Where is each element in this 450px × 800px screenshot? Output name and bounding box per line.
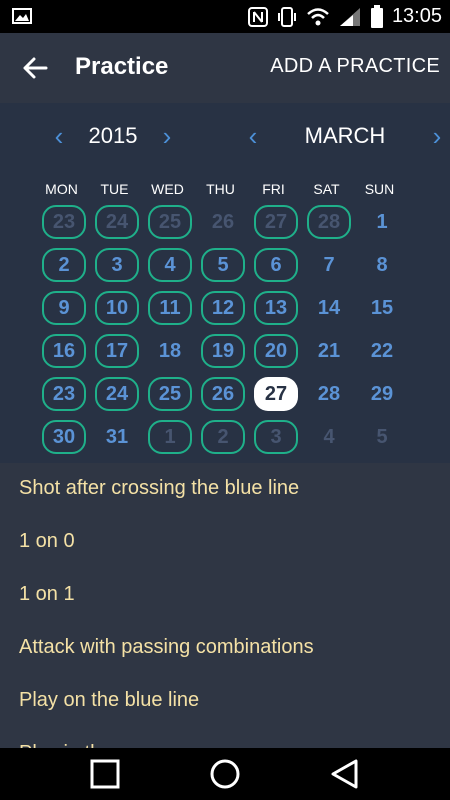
nfc-icon [247,6,268,27]
calendar-day[interactable]: 14 [307,291,351,325]
calendar-day[interactable]: 22 [360,334,404,368]
calendar-day[interactable]: 26 [201,205,245,239]
calendar-day[interactable]: 11 [148,291,192,325]
practice-list-item[interactable]: Shot after crossing the blue line [19,477,299,500]
weekday-thu: THU [206,181,235,197]
next-month-chevron-icon[interactable]: › [423,121,450,152]
calendar: ‹ 2015 › ‹ MARCH › MON TUE WED THU FRI SAT SUN… [0,103,450,463]
calendar-day[interactable]: 2 [201,420,245,454]
weekday-sun: SUN [364,181,395,197]
home-circle-icon[interactable] [209,758,241,790]
calendar-day[interactable]: 3 [254,420,298,454]
calendar-day[interactable]: 24 [95,205,139,239]
calendar-day[interactable]: 5 [201,248,245,282]
recents-square-icon[interactable] [89,758,121,790]
calendar-day[interactable]: 4 [307,420,351,454]
calendar-day[interactable]: 8 [360,248,404,282]
calendar-day[interactable]: 18 [148,334,192,368]
practice-list: Shot after crossing the blue line 1 on 0 1… [0,463,450,748]
month-label: MARCH [304,123,386,148]
vibrate-icon [277,6,296,27]
calendar-day[interactable]: 13 [254,291,298,325]
weekday-fri: FRI [262,181,285,197]
next-year-chevron-icon[interactable]: › [153,121,181,152]
calendar-day[interactable]: 3 [95,248,139,282]
calendar-day[interactable]: 25 [148,205,192,239]
calendar-day[interactable]: 9 [42,291,86,325]
weekday-tue: TUE [100,181,129,197]
calendar-day[interactable]: 4 [148,248,192,282]
calendar-day[interactable]: 24 [95,377,139,411]
calendar-day[interactable]: 28 [307,205,351,239]
add-practice-button[interactable]: ADD A PRACTICE [270,55,440,78]
weekday-sat: SAT [313,181,340,197]
back-arrow-icon[interactable] [20,53,50,83]
calendar-day[interactable]: 23 [42,205,86,239]
calendar-day[interactable]: 12 [201,291,245,325]
status-bar: 13:05 [0,0,450,33]
weekday-mon: MON [45,181,78,197]
calendar-day[interactable]: 23 [42,377,86,411]
calendar-day[interactable]: 29 [360,377,404,411]
prev-year-chevron-icon[interactable]: ‹ [45,121,73,152]
calendar-day[interactable]: 28 [307,377,351,411]
calendar-day[interactable]: 31 [95,420,139,454]
calendar-day[interactable]: 6 [254,248,298,282]
back-triangle-icon[interactable] [329,758,361,790]
signal-icon [339,7,360,26]
calendar-day[interactable]: 1 [148,420,192,454]
calendar-day[interactable]: 7 [307,248,351,282]
image-icon [12,8,32,24]
year-label: 2015 [88,123,138,148]
year-nav: ‹ 2015 › [45,121,181,151]
wifi-icon [307,7,329,25]
calendar-day[interactable]: 27 [254,205,298,239]
practice-list-item[interactable]: Attack with passing combinations [19,636,314,659]
calendar-day[interactable]: 19 [201,334,245,368]
calendar-day-today[interactable]: 27 [254,377,298,411]
system-nav-bar [0,748,450,800]
calendar-day[interactable]: 20 [254,334,298,368]
practice-list-item[interactable]: 1 on 0 [19,530,75,553]
practice-list-item[interactable]: Play on the blue line [19,689,199,712]
weekday-wed: WED [151,181,184,197]
calendar-day[interactable]: 17 [95,334,139,368]
calendar-day[interactable]: 16 [42,334,86,368]
practice-list-item[interactable]: 1 on 1 [19,583,75,606]
calendar-day[interactable]: 21 [307,334,351,368]
calendar-day[interactable]: 25 [148,377,192,411]
calendar-day[interactable]: 30 [42,420,86,454]
calendar-day[interactable]: 15 [360,291,404,325]
calendar-day[interactable]: 1 [360,205,404,239]
prev-month-chevron-icon[interactable]: ‹ [239,121,267,152]
calendar-day[interactable]: 2 [42,248,86,282]
app-bar: Practice ADD A PRACTICE [0,33,450,103]
calendar-day[interactable]: 26 [201,377,245,411]
status-time: 13:05 [391,5,442,27]
calendar-day[interactable]: 10 [95,291,139,325]
page-title: Practice [75,53,169,80]
month-nav: ‹ MARCH › [239,121,450,151]
battery-icon [370,4,383,28]
calendar-day[interactable]: 5 [360,420,404,454]
